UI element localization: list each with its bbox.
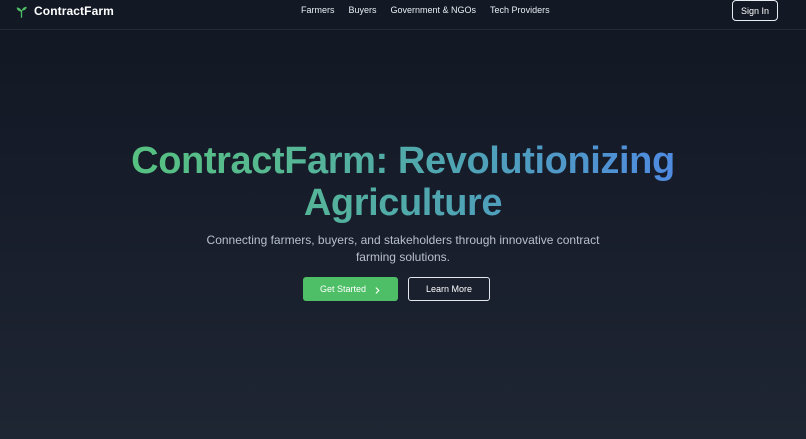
chevron-right-icon bbox=[374, 286, 381, 294]
hero-title: ContractFarm: Revolutionizing Agricultur… bbox=[93, 140, 713, 224]
main-nav: Farmers Buyers Government & NGOs Tech Pr… bbox=[301, 5, 550, 15]
learn-more-button[interactable]: Learn More bbox=[408, 277, 490, 301]
hero-subtitle: Connecting farmers, buyers, and stakehol… bbox=[206, 233, 600, 264]
brand[interactable]: ContractFarm bbox=[15, 4, 114, 18]
top-navigation-bar: ContractFarm Farmers Buyers Government &… bbox=[0, 0, 806, 30]
nav-link-government-ngos[interactable]: Government & NGOs bbox=[391, 5, 477, 15]
nav-link-buyers[interactable]: Buyers bbox=[349, 5, 377, 15]
get-started-button[interactable]: Get Started bbox=[303, 277, 398, 301]
sign-in-button[interactable]: Sign In bbox=[732, 0, 778, 21]
sprout-icon bbox=[15, 5, 28, 18]
hero-cta-row: Get Started Learn More bbox=[303, 277, 490, 301]
nav-link-tech-providers[interactable]: Tech Providers bbox=[490, 5, 550, 15]
brand-name: ContractFarm bbox=[34, 4, 114, 18]
hero-section: ContractFarm: Revolutionizing Agricultur… bbox=[0, 140, 806, 266]
nav-link-farmers[interactable]: Farmers bbox=[301, 5, 335, 15]
get-started-label: Get Started bbox=[319, 284, 367, 294]
